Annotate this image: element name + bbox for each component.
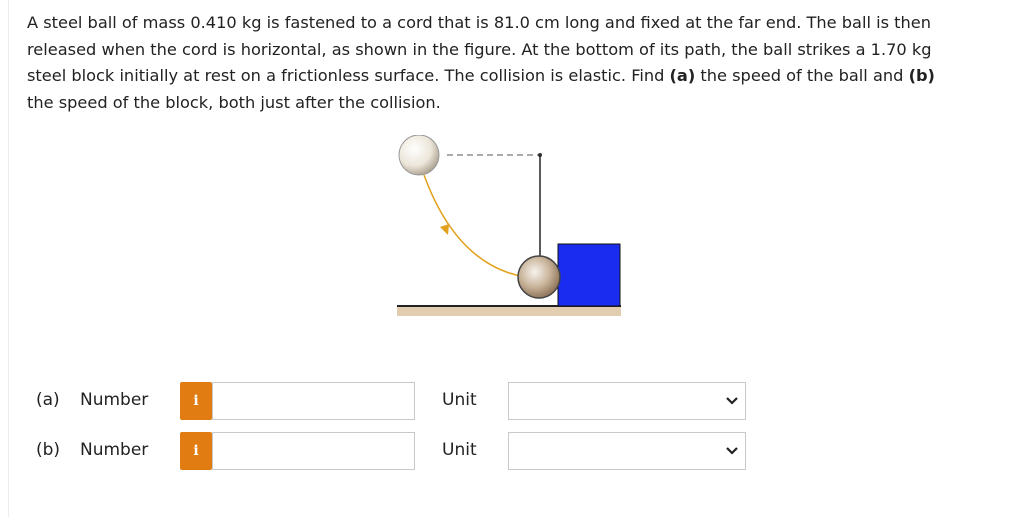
question-line-1: A steel ball of mass 0.410 kg is fastene…: [27, 13, 932, 32]
unit-select-b[interactable]: [508, 432, 746, 470]
part-a-tag: (a): [669, 66, 696, 85]
unit-label: Unit: [442, 390, 477, 410]
part-label: (a): [36, 390, 60, 410]
number-input-b[interactable]: [212, 432, 415, 470]
number-label: Number: [80, 440, 149, 460]
number-label: Number: [80, 390, 149, 410]
part-b-tag: (b): [908, 66, 935, 85]
ball-at-bottom: [517, 255, 561, 299]
unit-select-a[interactable]: [508, 382, 746, 420]
part-label: (b): [36, 440, 61, 460]
chevron-down-icon: [726, 447, 738, 455]
info-icon[interactable]: i: [180, 432, 212, 470]
question-page: A steel ball of mass 0.410 kg is fastene…: [0, 0, 1024, 517]
question-line-3-mid: the speed of the ball and: [695, 66, 909, 85]
chevron-down-icon: [726, 397, 738, 405]
unit-label: Unit: [442, 440, 477, 460]
pendulum-figure: [397, 135, 621, 316]
number-input-a[interactable]: [212, 382, 415, 420]
ball-released: [398, 135, 440, 176]
question-text: A steel ball of mass 0.410 kg is fastene…: [27, 10, 1002, 116]
swing-arc-path: [423, 174, 526, 278]
question-line-3: steel block initially at rest on a frict…: [27, 63, 1002, 90]
answer-row-b: (b) Number i Unit: [0, 430, 1024, 474]
frictionless-surface: [397, 306, 621, 316]
question-line-4: the speed of the block, both just after …: [27, 92, 441, 112]
info-icon[interactable]: i: [180, 382, 212, 420]
question-line-2: released when the cord is horizontal, as…: [27, 39, 932, 59]
question-line-3-start: steel block initially at rest on a frict…: [27, 66, 670, 85]
arc-arrow-icon: [440, 224, 449, 235]
steel-block: [557, 243, 621, 307]
answer-row-a: (a) Number i Unit: [0, 380, 1024, 424]
